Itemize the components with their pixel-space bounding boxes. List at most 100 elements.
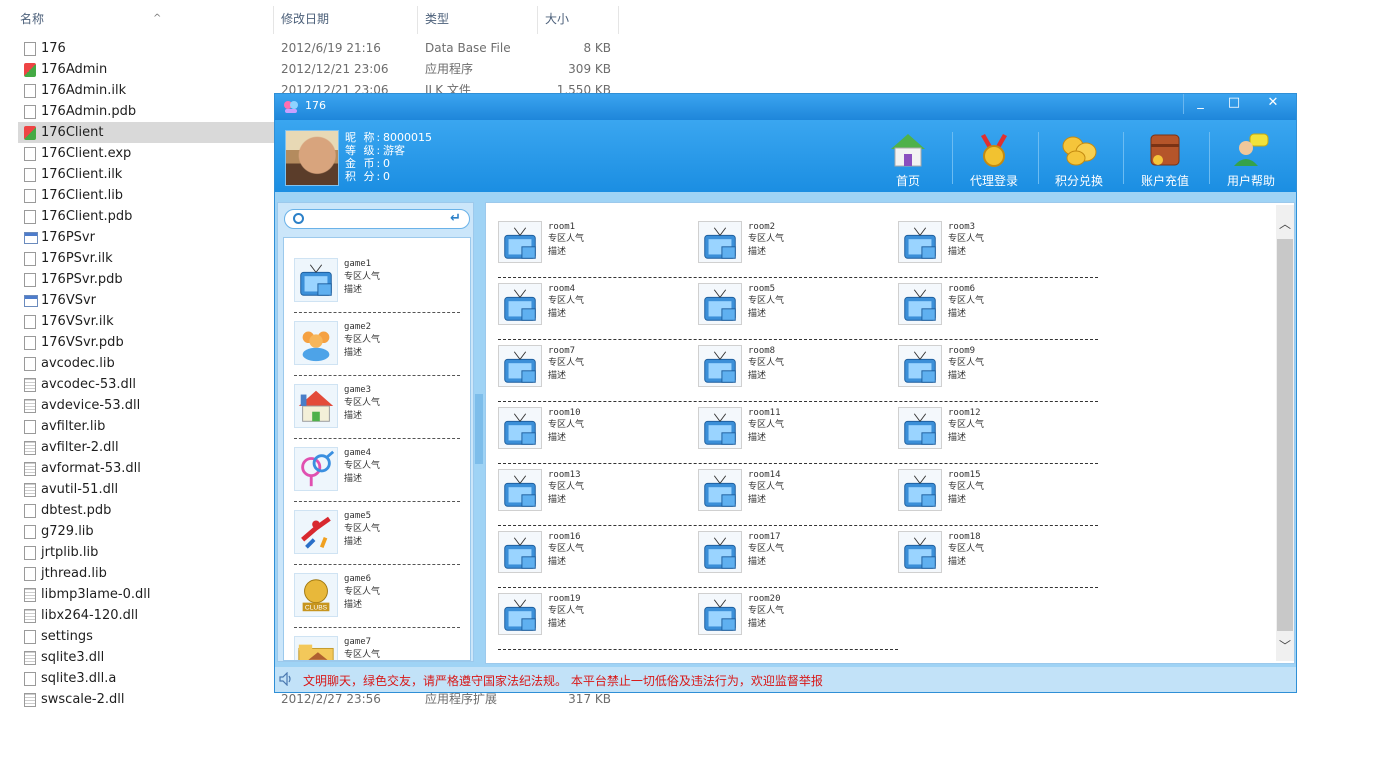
room-item[interactable]: room10 专区人气 描述 (496, 407, 696, 469)
file-row[interactable]: 176VSvr.pdb (18, 332, 274, 353)
tv-icon (498, 593, 542, 635)
title-bar[interactable]: 176 _ □ ✕ (275, 94, 1296, 120)
file-row[interactable]: avdevice-53.dll (18, 395, 274, 416)
file-row[interactable]: 176Admin.ilk (18, 80, 274, 101)
file-row[interactable]: 176PSvr.pdb (18, 269, 274, 290)
room-item[interactable]: room11 专区人气 描述 (696, 407, 896, 469)
game-popularity: 专区人气 (344, 587, 381, 597)
file-row[interactable]: swscale-2.dll (18, 689, 274, 710)
scroll-up-icon[interactable]: ︿ (1276, 215, 1294, 232)
room-item[interactable]: room14 专区人气 描述 (696, 469, 896, 531)
file-row[interactable]: avcodec.lib (18, 353, 274, 374)
panel-splitter[interactable] (475, 394, 483, 464)
file-row[interactable]: g729.lib (18, 521, 274, 542)
file-row[interactable]: 176PSvr (18, 227, 274, 248)
file-row[interactable]: jthread.lib (18, 563, 274, 584)
room-item[interactable]: room8 专区人气 描述 (696, 345, 896, 407)
file-row[interactable]: 176Admin.pdb (18, 101, 274, 122)
file-row[interactable]: settings (18, 626, 274, 647)
game-item[interactable]: game3 专区人气 描述 (284, 376, 470, 439)
file-name: 176PSvr.pdb (41, 272, 123, 287)
avatar[interactable] (285, 130, 339, 186)
people-icon (294, 321, 338, 365)
room-item[interactable]: room17 专区人气 描述 (696, 531, 896, 593)
room-item[interactable]: room6 专区人气 描述 (896, 283, 1096, 345)
file-row[interactable]: avformat-53.dll (18, 458, 274, 479)
room-item[interactable]: room1 专区人气 描述 (496, 221, 696, 283)
room-item[interactable]: room2 专区人气 描述 (696, 221, 896, 283)
room-name: room20 (748, 594, 781, 604)
column-header-type[interactable]: 类型 (419, 6, 538, 34)
room-item[interactable]: room5 专区人气 描述 (696, 283, 896, 345)
nav-home-button[interactable]: 首页 (865, 128, 951, 190)
scroll-down-icon[interactable]: ﹀ (1276, 637, 1294, 654)
room-item[interactable]: room15 专区人气 描述 (896, 469, 1096, 531)
file-row[interactable]: avcodec-53.dll (18, 374, 274, 395)
room-row-divider (498, 401, 1098, 402)
file-row[interactable]: 176Client.lib (18, 185, 274, 206)
file-row[interactable]: 176VSvr.ilk (18, 311, 274, 332)
file-row[interactable]: 176Client.exp (18, 143, 274, 164)
nav-agent-login-button[interactable]: 代理登录 (951, 128, 1037, 190)
game-item[interactable]: game5 专区人气 描述 (284, 502, 470, 565)
game-popularity: 专区人气 (344, 398, 381, 408)
dll-icon (24, 441, 36, 455)
file-row[interactable]: libmp3lame-0.dll (18, 584, 274, 605)
enter-icon[interactable]: ↵ (450, 211, 461, 226)
column-header-size[interactable]: 大小 (539, 6, 619, 34)
game-item[interactable]: game2 专区人气 描述 (284, 313, 470, 376)
file-row[interactable]: 176Client.pdb (18, 206, 274, 227)
room-item[interactable]: room7 专区人气 描述 (496, 345, 696, 407)
file-row[interactable]: sqlite3.dll (18, 647, 274, 668)
room-row-divider (498, 339, 1098, 340)
file-row[interactable]: jrtplib.lib (18, 542, 274, 563)
file-name: avdevice-53.dll (41, 398, 141, 413)
gold-value: 0 (383, 157, 390, 170)
room-item[interactable]: room13 专区人气 描述 (496, 469, 696, 531)
file-row[interactable]: 176 (18, 38, 274, 59)
file-row[interactable]: 176Admin (18, 59, 274, 80)
search-input[interactable]: ↵ (284, 209, 470, 229)
room-item[interactable]: room4 专区人气 描述 (496, 283, 696, 345)
column-header-date[interactable]: 修改日期 (275, 6, 418, 34)
file-row[interactable]: avfilter.lib (18, 416, 274, 437)
game-item[interactable]: game7专区人气描述 (284, 628, 470, 660)
file-row[interactable]: avfilter-2.dll (18, 437, 274, 458)
minimize-button[interactable]: _ (1183, 94, 1217, 114)
nav-points-exchange-button[interactable]: 积分兑换 (1036, 128, 1122, 190)
room-row-divider (498, 525, 1098, 526)
room-item[interactable]: room18 专区人气 描述 (896, 531, 1096, 593)
maximize-button[interactable]: □ (1217, 94, 1251, 114)
nav-recharge-button[interactable]: 账户充值 (1122, 128, 1208, 190)
file-row[interactable]: 176PSvr.ilk (18, 248, 274, 269)
room-description: 描述 (948, 433, 967, 443)
file-name: 176PSvr (41, 230, 95, 245)
game-name: game5 (344, 511, 372, 521)
room-item[interactable]: room9 专区人气 描述 (896, 345, 1096, 407)
file-row[interactable]: libx264-120.dll (18, 605, 274, 626)
file-row[interactable]: sqlite3.dll.a (18, 668, 274, 689)
room-item[interactable]: room3 专区人气 描述 (896, 221, 1096, 283)
room-item[interactable]: room12 专区人气 描述 (896, 407, 1096, 469)
file-row[interactable]: 176VSvr (18, 290, 274, 311)
file-row[interactable]: dbtest.pdb (18, 500, 274, 521)
column-header-name[interactable]: 名称 ^ (14, 6, 274, 34)
room-item[interactable]: room20 专区人气 描述 (696, 593, 896, 655)
nav-user-help-button[interactable]: 用户帮助 (1208, 128, 1294, 190)
game-item[interactable]: game1 专区人气 描述 (284, 250, 470, 313)
db-file-icon (24, 42, 36, 56)
room-popularity: 专区人气 (548, 234, 585, 244)
room-item[interactable]: room16 专区人气 描述 (496, 531, 696, 593)
close-button[interactable]: ✕ (1253, 94, 1293, 114)
dll-icon (24, 588, 36, 602)
scroll-thumb[interactable] (1277, 239, 1293, 631)
room-item[interactable]: room19 专区人气 描述 (496, 593, 696, 655)
header-bar: 昵 称:8000015 等 级:游客 金 币:0 积 分:0 首页 代理登录 积… (275, 120, 1296, 192)
file-row[interactable]: avutil-51.dll (18, 479, 274, 500)
vertical-scrollbar[interactable]: ︿ ﹀ (1276, 205, 1294, 661)
points-value: 0 (383, 170, 390, 183)
file-row[interactable]: 176Client.ilk (18, 164, 274, 185)
room-row-divider (498, 463, 1098, 464)
game-item[interactable]: CLUBS game6 专区人气 描述 (284, 565, 470, 628)
game-item[interactable]: game4 专区人气 描述 (284, 439, 470, 502)
